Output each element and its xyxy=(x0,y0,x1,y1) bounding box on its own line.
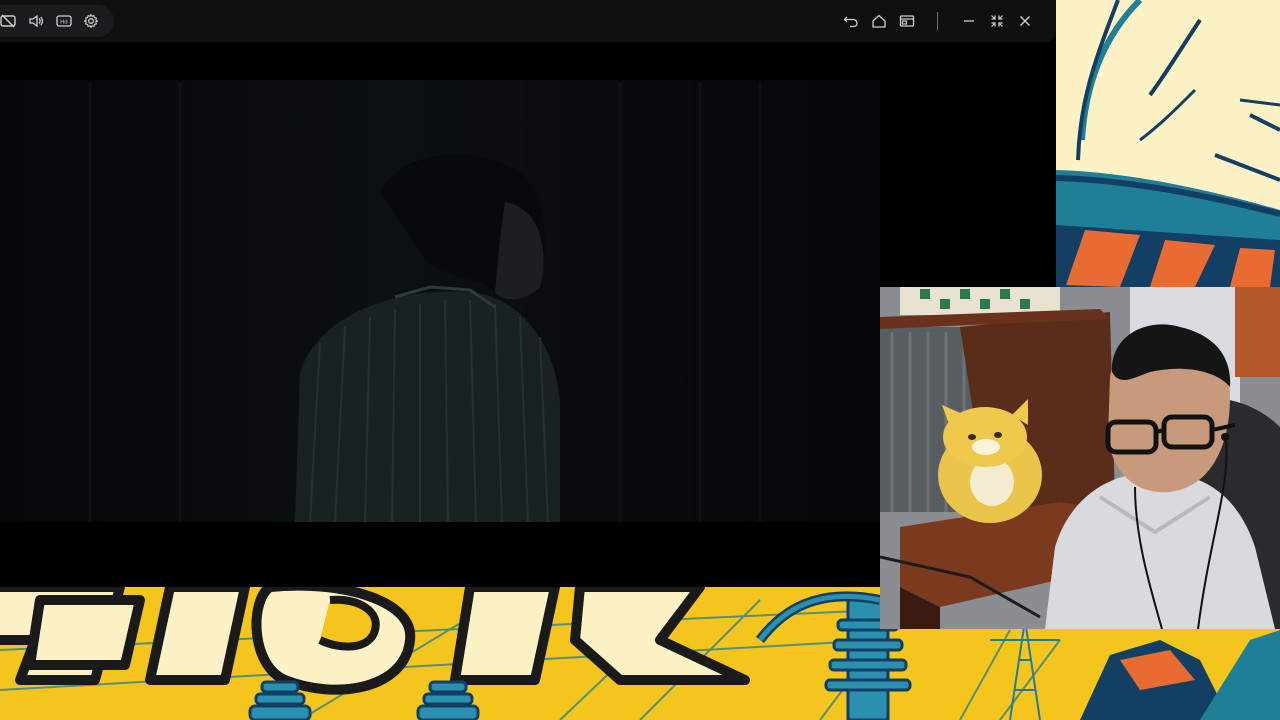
picture-in-picture-icon[interactable] xyxy=(896,10,918,32)
hd-badge-label: Hd xyxy=(60,20,68,26)
webcam-overlay xyxy=(880,287,1280,629)
letterbox-bottom xyxy=(0,522,880,587)
minimize-icon[interactable] xyxy=(958,10,980,32)
undo-icon[interactable] xyxy=(840,10,862,32)
gear-icon[interactable] xyxy=(80,10,102,32)
volume-icon[interactable] xyxy=(25,10,47,32)
home-icon[interactable] xyxy=(868,10,890,32)
fullscreen-exit-icon[interactable] xyxy=(986,10,1008,32)
video-scene xyxy=(0,80,880,523)
video-frame[interactable] xyxy=(0,42,880,587)
player-side-area xyxy=(880,42,1056,287)
webcam-scene xyxy=(880,287,1280,629)
close-icon[interactable] xyxy=(1014,10,1036,32)
subtitles-off-icon[interactable] xyxy=(0,10,19,32)
screen: Hd xyxy=(0,0,1280,720)
title-bar: Hd xyxy=(0,0,1056,42)
hd-icon[interactable]: Hd xyxy=(53,10,75,32)
letterbox-top xyxy=(0,42,880,80)
title-bar-divider xyxy=(937,12,938,30)
